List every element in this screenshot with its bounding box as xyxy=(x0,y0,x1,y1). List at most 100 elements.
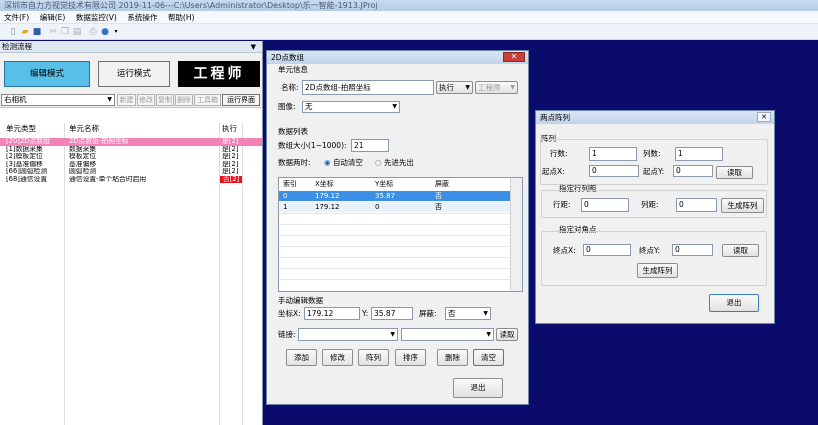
exit-button[interactable]: 退出 xyxy=(453,378,503,398)
grid-line xyxy=(279,246,511,247)
new-file-icon[interactable]: ▯ xyxy=(8,27,18,37)
table-row[interactable]: [2]模板定位 模板定位 是[2] xyxy=(0,153,262,161)
chevron-down-icon: ▼ xyxy=(107,96,112,103)
table-row[interactable]: [68]通信设置 通信设置-单个粘合时启用 否[2] xyxy=(0,175,262,183)
end-x-input[interactable]: 0 xyxy=(583,244,631,256)
delete-button[interactable]: 删除 xyxy=(175,94,193,106)
grid-line xyxy=(279,279,511,280)
menu-data-monitor[interactable]: 数据监控(V) xyxy=(72,11,121,24)
generate-array-button[interactable]: 生成阵列 xyxy=(721,198,764,213)
paste-icon[interactable]: ▤ xyxy=(72,27,82,37)
col-y: Y坐标 xyxy=(375,180,394,188)
flow-panel-title: 检测流程 ▼ xyxy=(0,41,262,53)
grid-line xyxy=(279,213,511,214)
col-unit-name: 单元名称 xyxy=(69,124,99,133)
read-button[interactable]: 读取 xyxy=(496,328,518,341)
array-size-label: 数组大小(1~1000): xyxy=(278,141,347,150)
panel-dropdown-icon[interactable]: ▼ xyxy=(251,41,256,53)
add-button[interactable]: 添加 xyxy=(286,349,317,366)
name-input[interactable]: 2D点数组-拍照坐标 xyxy=(302,80,434,95)
radio-fifo-label: 先进先出 xyxy=(383,158,414,167)
close-icon[interactable]: ✕ xyxy=(503,52,525,62)
table-row[interactable]: [3]基准偏移 基准偏移 是[2] xyxy=(0,161,262,169)
camera-select-value: 右相机 xyxy=(4,95,27,104)
array-button[interactable]: 阵列 xyxy=(358,349,389,366)
coord-x-input[interactable]: 179.12 xyxy=(304,307,360,320)
points-table-header: 索引 X坐标 Y坐标 屏蔽 xyxy=(279,178,524,190)
read-end-button[interactable]: 读取 xyxy=(722,244,759,257)
grid-line xyxy=(279,235,511,236)
menu-help[interactable]: 帮助(H) xyxy=(164,11,199,24)
print-icon[interactable]: ⎙ xyxy=(88,27,98,37)
generate-array-diag-button[interactable]: 生成阵列 xyxy=(637,263,678,278)
chevron-down-icon: ▼ xyxy=(390,331,395,338)
toolbar-options-icon[interactable]: ▾ xyxy=(111,27,121,37)
radio-checked-icon: ◉ xyxy=(324,158,331,167)
table-scrollbar[interactable] xyxy=(510,178,522,291)
cols-label: 列数: xyxy=(643,149,661,158)
mask-select-value: 否 xyxy=(448,309,456,318)
exit-array-button[interactable]: 退出 xyxy=(709,294,759,312)
mask-select[interactable]: 否 ▼ xyxy=(445,307,491,320)
toolbar: ▯ ▰ ■ ✂ ❐ ▤ ⎙ ● ▾ xyxy=(0,24,818,40)
sort-button[interactable]: 排序 xyxy=(395,349,426,366)
link-select-1[interactable]: ▼ xyxy=(298,328,398,341)
cut-icon[interactable]: ✂ xyxy=(48,27,58,37)
copy-icon[interactable]: ❐ xyxy=(60,27,70,37)
start-x-label: 起点X: xyxy=(542,167,565,176)
menu-system[interactable]: 系统操作 xyxy=(123,11,161,24)
open-folder-icon[interactable]: ▰ xyxy=(20,27,30,37)
clear-button[interactable]: 清空 xyxy=(473,349,504,366)
edit-mode-button[interactable]: 编辑模式 xyxy=(4,61,90,87)
run-mode-button[interactable]: 运行模式 xyxy=(98,61,170,87)
role-label: 工程师 xyxy=(178,61,260,87)
start-y-label: 起点Y: xyxy=(643,167,665,176)
flow-table-body: [20]2D点数组 2D点数组-拍照坐标 是[2] [1]数据采集 数据采集 是… xyxy=(0,138,262,183)
table-row[interactable]: 1 179.12 0 否 xyxy=(279,202,511,212)
rows-input[interactable]: 1 xyxy=(589,147,637,161)
col-dist-input[interactable]: 0 xyxy=(676,198,717,212)
save-icon[interactable]: ■ xyxy=(32,27,42,37)
close-icon[interactable]: ✕ xyxy=(757,112,771,122)
coord-y-input[interactable]: 35.87 xyxy=(371,307,413,320)
array-size-input[interactable]: 21 xyxy=(351,139,389,152)
chevron-down-icon: ▼ xyxy=(483,310,488,317)
menu-file[interactable]: 文件(F) xyxy=(0,11,33,24)
camera-select[interactable]: 右相机 ▼ xyxy=(1,94,115,106)
copy-button[interactable]: 复制 xyxy=(156,94,174,106)
table-row[interactable]: [66]圆弧检测 圆弧检测 是[2] xyxy=(0,168,262,176)
new-button[interactable]: 新建 xyxy=(117,94,136,106)
exec-select[interactable]: 执行 ▼ xyxy=(436,81,473,94)
link-label: 链接: xyxy=(278,330,296,339)
role-select[interactable]: 工程师 ▼ xyxy=(475,81,518,94)
delete-point-button[interactable]: 删除 xyxy=(437,349,468,366)
run-ui-button[interactable]: 运行界面 xyxy=(222,94,260,106)
cols-input[interactable]: 1 xyxy=(675,147,723,161)
toolbox-button[interactable]: 工具箱 xyxy=(194,94,221,106)
read-start-button[interactable]: 读取 xyxy=(716,166,753,179)
link-select-2[interactable]: ▼ xyxy=(401,328,494,341)
table-row[interactable]: [1]数据采集 数据采集 是[2] xyxy=(0,146,262,154)
menu-edit[interactable]: 编辑(E) xyxy=(36,11,70,24)
radio-fifo[interactable]: ○ 先进先出 xyxy=(375,158,414,168)
table-row[interactable]: 0 179.12 35.87 否 xyxy=(279,191,511,201)
grid-line xyxy=(279,268,511,269)
about-icon[interactable]: ● xyxy=(100,27,110,37)
radio-auto-clear[interactable]: ◉ 自动清空 xyxy=(324,158,363,168)
row-dist-input[interactable]: 0 xyxy=(581,198,629,212)
dialog-title: 2D点数组 xyxy=(271,53,305,62)
col-exec: 执行 xyxy=(222,124,237,133)
start-y-input[interactable]: 0 xyxy=(673,165,713,177)
modify-point-button[interactable]: 修改 xyxy=(322,349,353,366)
row-type: [1]数据采集 xyxy=(6,145,43,153)
menu-bar: 文件(F) 编辑(E) 数据监控(V) 系统操作 帮助(H) xyxy=(0,11,818,24)
role-select-value: 工程师 xyxy=(478,83,501,92)
col-unit-type: 单元类型 xyxy=(6,124,36,133)
mode-area: 编辑模式 运行模式 工程师 xyxy=(0,53,262,93)
modify-button[interactable]: 修改 xyxy=(137,94,155,106)
image-select[interactable]: 无 ▼ xyxy=(302,101,400,113)
table-row[interactable]: [20]2D点数组 2D点数组-拍照坐标 是[2] xyxy=(0,138,262,146)
start-x-input[interactable]: 0 xyxy=(589,165,639,177)
cell-index: 1 xyxy=(283,203,288,211)
end-y-input[interactable]: 0 xyxy=(672,244,713,256)
